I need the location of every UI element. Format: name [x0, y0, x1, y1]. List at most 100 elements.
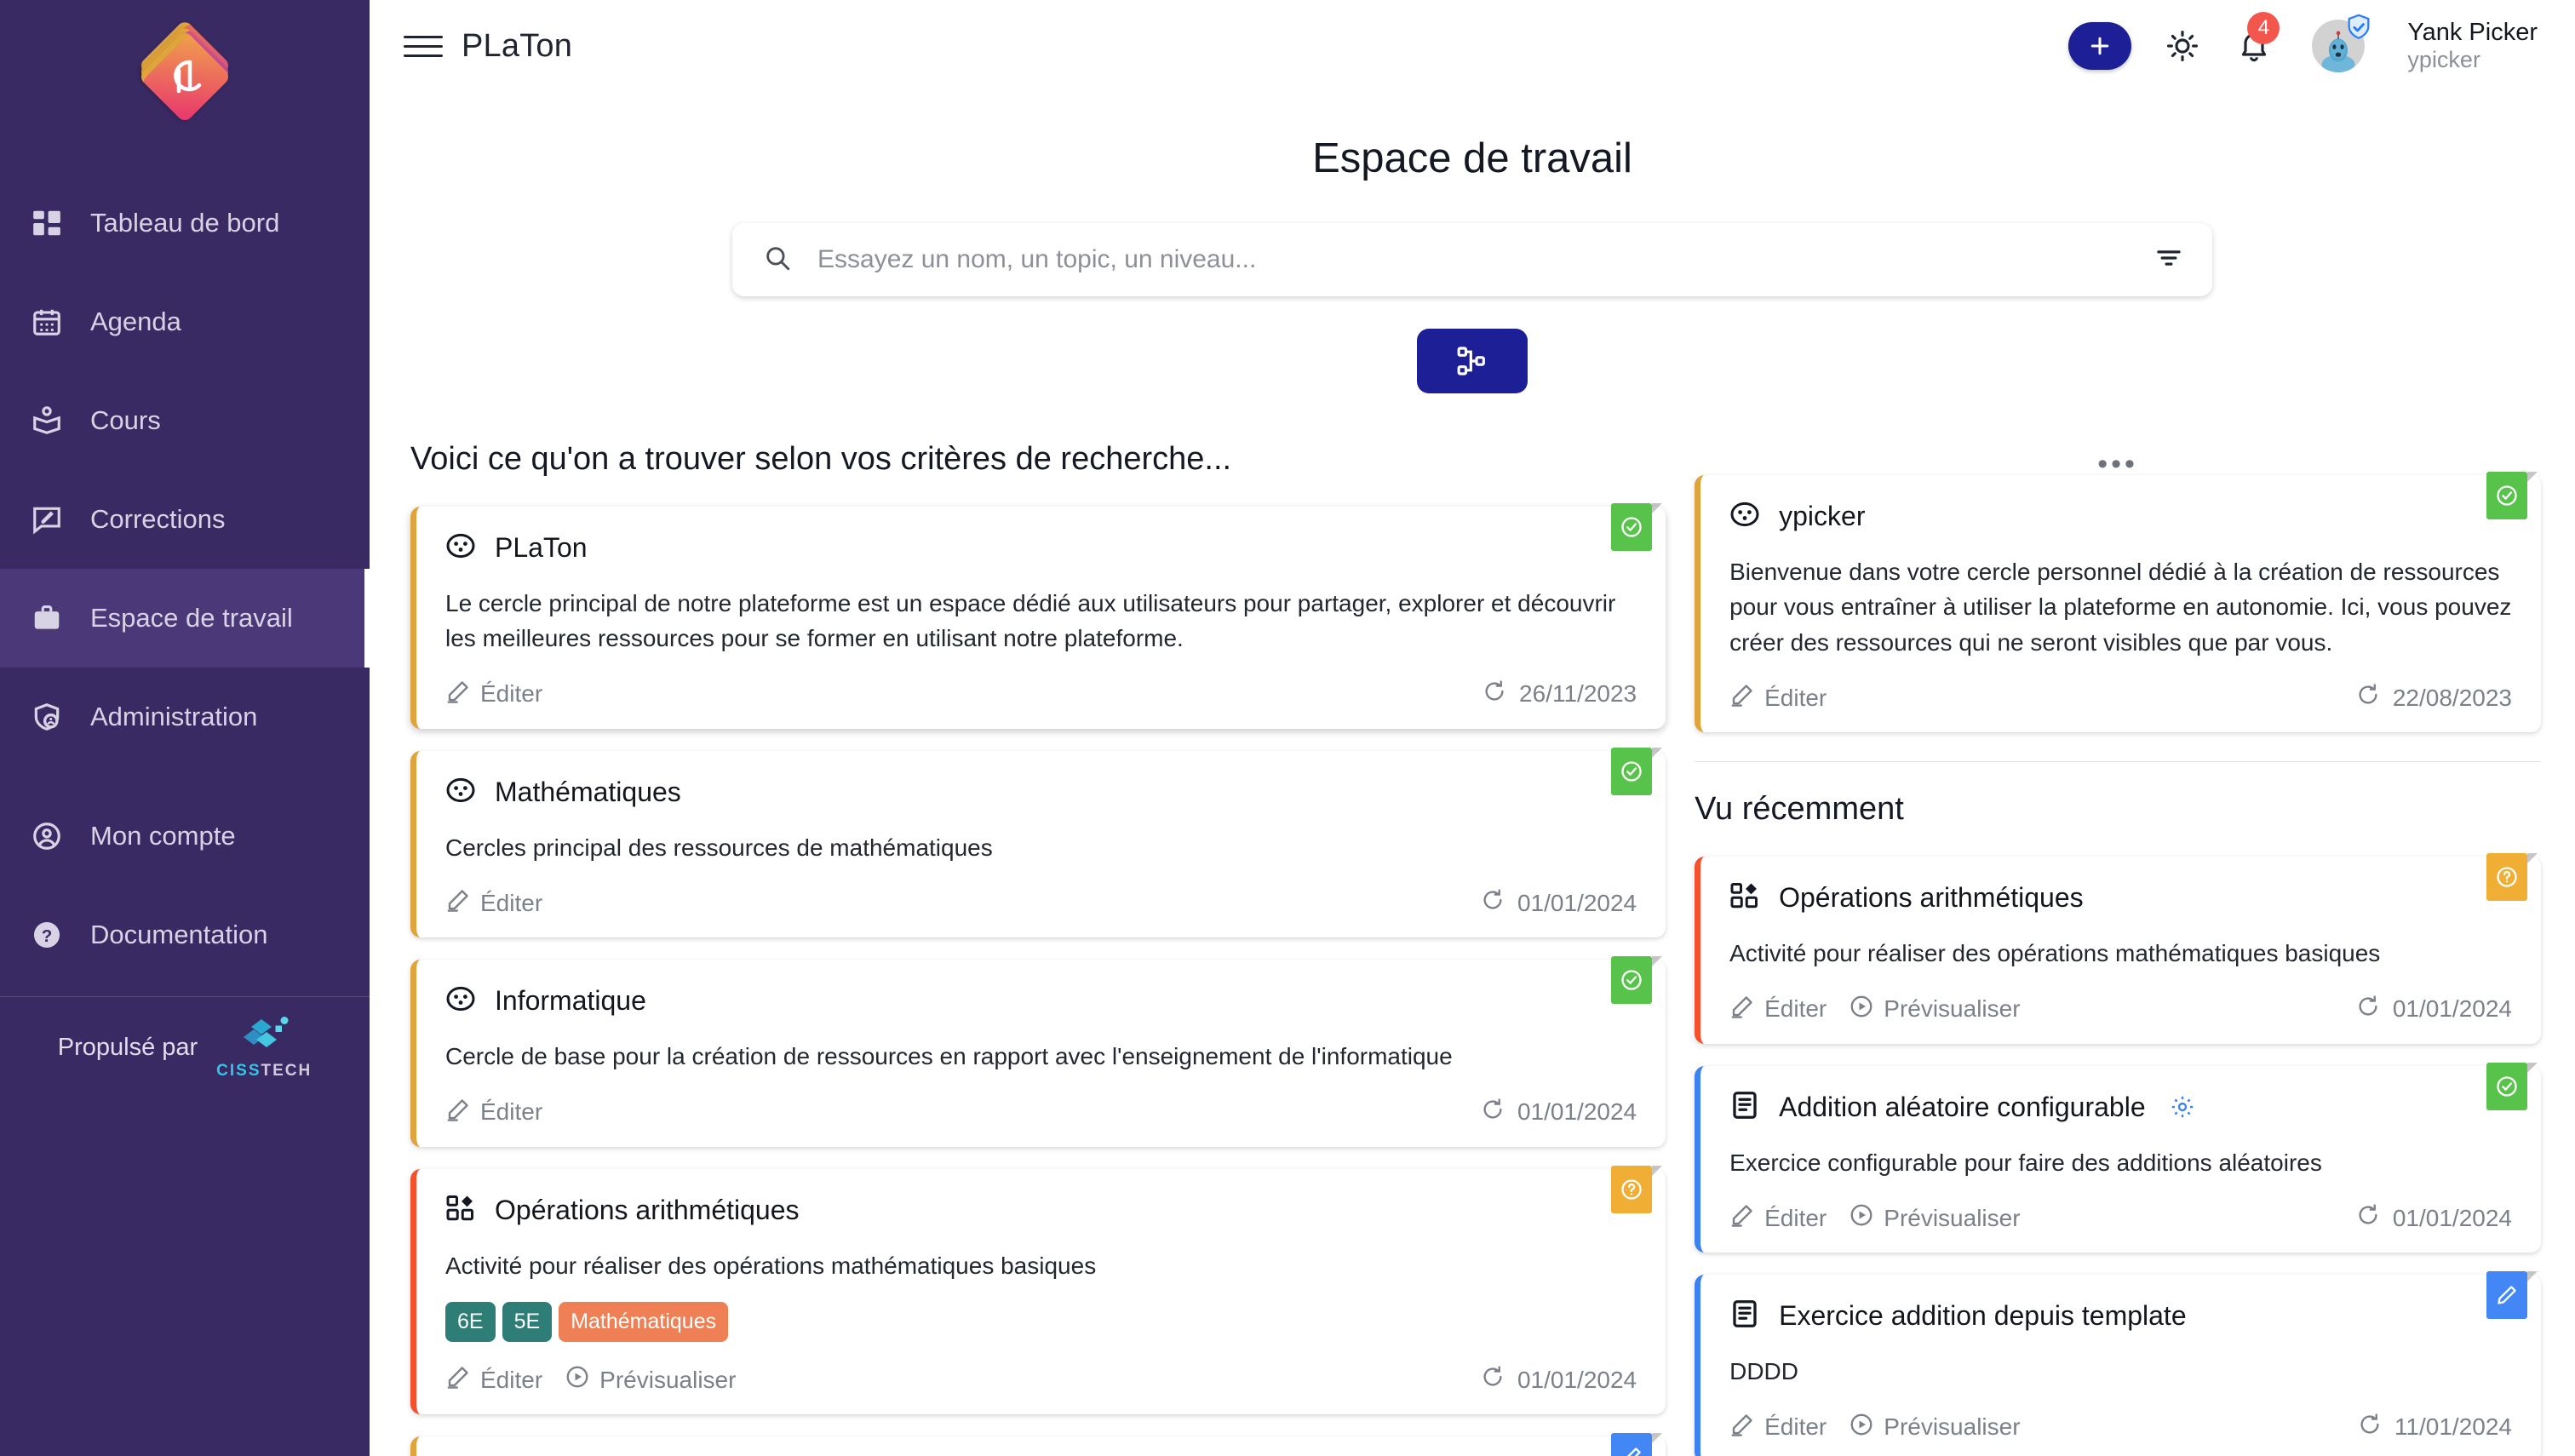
- card-date: 11/01/2024: [2357, 1412, 2512, 1443]
- tag-topic[interactable]: Mathématiques: [559, 1302, 729, 1343]
- topbar-actions: 4 Yank Picker ypicker: [2068, 11, 2538, 73]
- notifications-button[interactable]: 4: [2234, 11, 2280, 66]
- edit-action[interactable]: Éditer: [1729, 1412, 1827, 1443]
- result-card[interactable]: Opérations arithmétiques Activité pour r…: [410, 1165, 1666, 1415]
- svg-text:?: ?: [42, 926, 53, 946]
- sidebar-item-label: Cours: [90, 405, 161, 435]
- preview-action[interactable]: Prévisualiser: [1849, 1202, 2021, 1234]
- circle-dots-icon: [445, 775, 476, 810]
- add-button[interactable]: [2068, 21, 2132, 70]
- overflow-dots[interactable]: •••: [1695, 441, 2541, 479]
- shield-user-icon: [29, 699, 65, 735]
- hierarchy-view-button[interactable]: [1417, 329, 1528, 393]
- theme-toggle-button[interactable]: [2162, 26, 2203, 66]
- sidebar-item-label: Documentation: [90, 920, 268, 949]
- result-card[interactable]: Licence Informatique: [410, 1433, 1666, 1456]
- results-column: Voici ce qu'on a trouver selon vos critè…: [410, 441, 1666, 1456]
- book-user-icon: [29, 403, 65, 439]
- card-description: Cercles principal des ressources de math…: [445, 834, 993, 861]
- edit-action[interactable]: Éditer: [1729, 682, 1827, 714]
- app-brand-title: PLaTon: [462, 27, 573, 64]
- recent-card[interactable]: Opérations arithmétiques Activité pour r…: [1695, 853, 2541, 1044]
- card-title: Exercice addition depuis template: [1779, 1300, 2187, 1332]
- recent-section-title: Vu récemment: [1695, 791, 1904, 828]
- avatar[interactable]: [2312, 14, 2370, 72]
- logo-container[interactable]: [0, 0, 370, 153]
- hamburger-icon[interactable]: [404, 26, 443, 66]
- topbar: PLaTon 4 Yank Picker ypicker: [370, 0, 2575, 92]
- card-description: Cercle de base pour la création de resso…: [445, 1043, 1453, 1070]
- card-header: ypicker: [1729, 499, 2512, 534]
- edit-action-label: Éditer: [480, 1366, 543, 1393]
- sidebar-item-label: Tableau de bord: [90, 208, 280, 238]
- card-footer: Éditer Prévisualiser 01/01/2024: [1729, 1202, 2512, 1234]
- card-description: DDDD: [1729, 1358, 1798, 1385]
- edit-action[interactable]: Éditer: [445, 1097, 542, 1128]
- sidebar-item-corrections[interactable]: Corrections: [0, 470, 370, 569]
- gear-icon[interactable]: [2170, 1094, 2195, 1120]
- refresh-icon: [1480, 887, 1505, 919]
- preview-action[interactable]: Prévisualiser: [565, 1364, 736, 1396]
- sidebar-item-mon-compte[interactable]: Mon compte: [0, 787, 370, 886]
- status-badge: [1611, 747, 1663, 795]
- activity-blocks-icon: [1729, 880, 1760, 915]
- pencil-icon: [1729, 1412, 1755, 1443]
- user-name: Yank Picker: [2407, 18, 2538, 46]
- circle-dots-icon: [445, 530, 476, 565]
- page-title: Espace de travail: [1312, 135, 1632, 181]
- card-date: 22/08/2023: [2355, 682, 2512, 714]
- sidebar-item-documentation[interactable]: ? Documentation: [0, 886, 370, 984]
- tag-level[interactable]: 5E: [502, 1302, 553, 1343]
- card-header: Opérations arithmétiques: [1729, 880, 2512, 915]
- card-footer: Éditer 01/01/2024: [445, 887, 1637, 919]
- refresh-icon: [2355, 682, 2381, 714]
- card-description: Activité pour réaliser des opérations ma…: [1729, 940, 2381, 967]
- card-date: 01/01/2024: [1480, 1097, 1637, 1128]
- sidebar-item-cours[interactable]: Cours: [0, 371, 370, 470]
- edit-action[interactable]: Éditer: [445, 887, 542, 919]
- result-card[interactable]: Mathématiques Cercles principal des ress…: [410, 747, 1666, 938]
- card-header: Informatique: [445, 983, 1637, 1018]
- status-badge: [2486, 1062, 2538, 1110]
- play-circle-icon: [565, 1364, 590, 1396]
- main-content: PLaTon 4 Yank Picker ypicker Espace de t…: [370, 0, 2575, 1456]
- result-card[interactable]: PLaTon Le cercle principal de notre plat…: [410, 503, 1666, 729]
- sidebar-item-label: Espace de travail: [90, 603, 293, 633]
- edit-action-label: Éditer: [1764, 1204, 1827, 1231]
- cisstech-logo[interactable]: CISSTECH: [216, 1014, 312, 1081]
- sidebar-item-tableau-de-bord[interactable]: Tableau de bord: [0, 174, 370, 272]
- edit-action[interactable]: Éditer: [445, 679, 542, 710]
- card-title: Addition aléatoire configurable: [1779, 1091, 2146, 1122]
- refresh-icon: [1480, 1364, 1505, 1396]
- card-description: Le cercle principal de notre plateforme …: [445, 590, 1616, 652]
- card-date-value: 22/08/2023: [2392, 684, 2512, 711]
- personal-circle-card[interactable]: ypicker Bienvenue dans votre cercle pers…: [1695, 472, 2541, 733]
- card-description: Bienvenue dans votre cercle personnel dé…: [1729, 559, 2512, 656]
- edit-action[interactable]: Éditer: [445, 1364, 542, 1396]
- user-info[interactable]: Yank Picker ypicker: [2407, 19, 2538, 73]
- sidebar-bottom-nav: Mon compte ? Documentation: [0, 787, 370, 984]
- recent-card[interactable]: Exercice addition depuis template DDDD É…: [1695, 1271, 2541, 1456]
- card-title: ypicker: [1779, 501, 1866, 531]
- recent-card[interactable]: Addition aléatoire configurable Exercice…: [1695, 1062, 2541, 1253]
- search-input[interactable]: [817, 245, 2129, 274]
- sidebar-item-administration[interactable]: Administration: [0, 668, 370, 766]
- user-handle: ypicker: [2407, 47, 2480, 73]
- sidebar-item-espace-de-travail[interactable]: Espace de travail: [0, 569, 370, 668]
- preview-action[interactable]: Prévisualiser: [1849, 1412, 2021, 1443]
- filter-tune-icon[interactable]: [2154, 244, 2183, 277]
- card-actions: Éditer Prévisualiser: [1729, 1412, 2021, 1443]
- edit-action[interactable]: Éditer: [1729, 994, 1827, 1025]
- card-actions: Éditer Prévisualiser: [445, 1364, 736, 1396]
- preview-action[interactable]: Prévisualiser: [1849, 994, 2021, 1025]
- card-date-value: 01/01/2024: [1517, 889, 1637, 916]
- edit-action-label: Éditer: [480, 1098, 543, 1126]
- play-circle-icon: [1849, 1202, 1874, 1234]
- tag-level[interactable]: 6E: [445, 1302, 496, 1343]
- result-card[interactable]: Informatique Cercle de base pour la créa…: [410, 956, 1666, 1147]
- platon-logo-icon: [137, 19, 232, 124]
- pencil-icon: [445, 887, 471, 919]
- card-title: Informatique: [495, 985, 646, 1017]
- sidebar-item-agenda[interactable]: Agenda: [0, 272, 370, 371]
- edit-action[interactable]: Éditer: [1729, 1202, 1827, 1234]
